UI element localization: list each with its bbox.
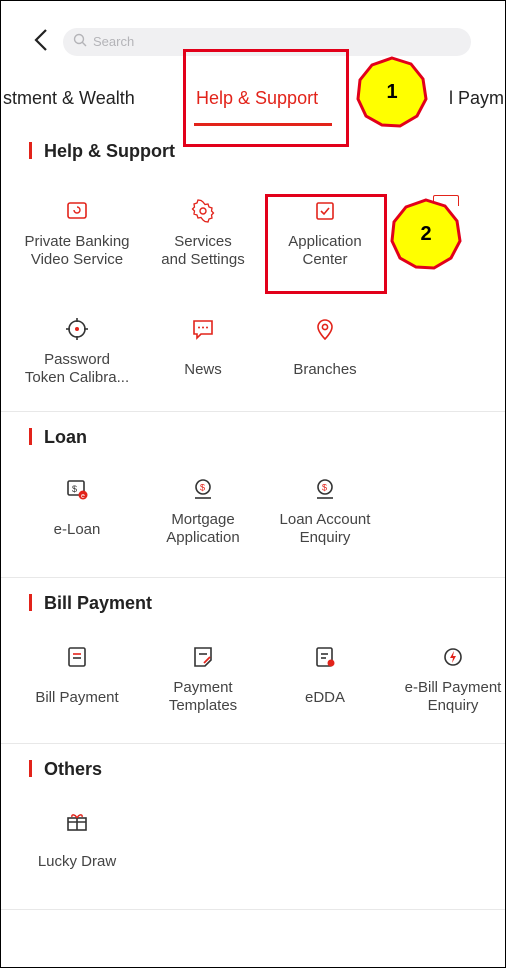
crosshair-icon [66,318,88,340]
section-title-others: Others [29,759,102,780]
loan-enquiry-icon: $ [317,479,333,499]
gift-icon [67,814,87,831]
item-bill-payment[interactable]: Bill Payment [17,645,137,707]
item-news[interactable]: News [143,317,263,379]
back-arrow-icon[interactable] [31,25,53,57]
tab-bill-payment[interactable]: l Paym [449,88,504,109]
item-branches[interactable]: Branches [265,317,385,379]
search-placeholder: Search [93,34,135,49]
section-divider [1,577,505,578]
bill-icon [68,647,86,667]
search-icon [73,33,87,47]
chat-icon [193,320,213,340]
e-loan-icon: $e [67,480,88,500]
section-divider [1,411,505,412]
app-screen: Search stment & Wealth Help & Support l … [0,0,506,968]
annotation-box-2 [265,194,387,294]
section-title-bill-payment: Bill Payment [29,593,152,614]
svg-text:$: $ [322,483,327,493]
item-e-bill-payment-enquiry[interactable]: e-Bill Payment Enquiry [393,645,505,715]
svg-text:$: $ [72,484,77,494]
item-payment-templates[interactable]: Payment Templates [143,645,263,715]
item-mortgage-application[interactable]: $ Mortgage Application [143,477,263,547]
ebill-icon [444,648,462,666]
location-pin-icon [317,319,333,341]
svg-text:$: $ [200,483,205,493]
svg-text:e: e [81,493,85,500]
annotation-box-1 [183,49,349,147]
item-e-loan[interactable]: $ e e-Loan [17,477,137,539]
gear-icon [191,199,215,223]
mortgage-icon: $ [195,479,211,499]
section-title-loan: Loan [29,427,87,448]
item-loan-account-enquiry[interactable]: $ Loan Account Enquiry [265,477,385,547]
tab-investment-wealth[interactable]: stment & Wealth [3,88,135,109]
video-icon [67,202,87,219]
section-divider [1,909,505,910]
annotation-badge-2: 2 [389,197,463,271]
item-services-settings[interactable]: Services and Settings [143,199,263,269]
item-password-token-calibration[interactable]: Password Token Calibra... [17,317,137,387]
template-icon [194,647,212,667]
section-title-help-support: Help & Support [29,141,175,162]
annotation-badge-1: 1 [355,55,429,129]
item-lucky-draw[interactable]: Lucky Draw [17,809,137,871]
item-edda[interactable]: eDDA [265,645,385,707]
item-private-banking-video[interactable]: Private Banking Video Service [17,199,137,269]
section-divider [1,743,505,744]
edda-icon [316,647,335,667]
